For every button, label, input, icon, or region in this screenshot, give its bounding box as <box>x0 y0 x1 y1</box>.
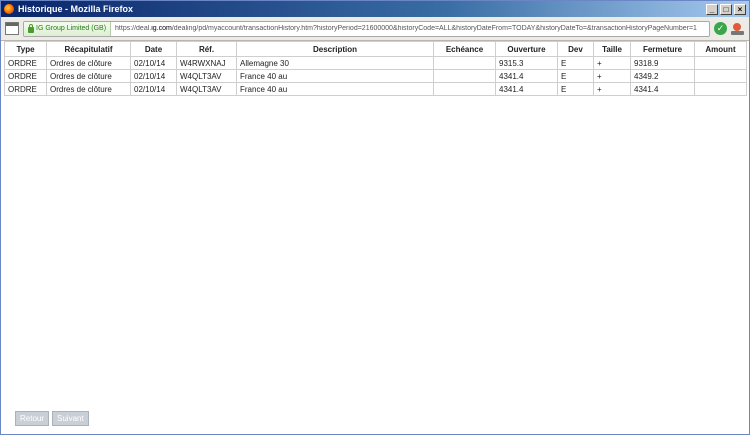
cell-recap: Ordres de clôture <box>46 82 131 96</box>
cell-description: Allemagne 30 <box>236 56 434 70</box>
table-row[interactable]: ORDRE Ordres de clôture 02/10/14 W4QLT3A… <box>4 82 747 96</box>
column-header-ouverture[interactable]: Ouverture <box>495 41 558 57</box>
cell-ouverture: 4341.4 <box>495 82 558 96</box>
cell-taille: + <box>593 56 631 70</box>
title-bar[interactable]: Historique - Mozilla Firefox _ □ × <box>1 1 749 17</box>
cell-fermeture: 4349.2 <box>630 69 695 83</box>
cell-description: France 40 au c <box>236 82 434 96</box>
cell-ouverture: 4341.4 <box>495 69 558 83</box>
cell-amount <box>694 69 747 83</box>
cell-date: 02/10/14 <box>130 56 177 70</box>
navigation-bar: IG Group Limited (GB) https://deal.ig.co… <box>1 17 749 41</box>
browser-window: Historique - Mozilla Firefox _ □ × IG Gr… <box>0 0 750 435</box>
cell-fermeture: 4341.4 <box>630 82 695 96</box>
cell-recap: Ordres de clôture <box>46 56 131 70</box>
cell-taille: + <box>593 82 631 96</box>
cell-echeance <box>433 69 496 83</box>
cell-ref: W4QLT3AV <box>176 82 237 96</box>
url-domain: ig.com <box>151 25 172 32</box>
maximize-button[interactable]: □ <box>720 3 732 15</box>
cell-date: 02/10/14 <box>130 82 177 96</box>
column-header-taille[interactable]: Taille <box>593 41 631 57</box>
column-header-fermeture[interactable]: Fermeture <box>630 41 695 57</box>
transaction-history-table: Type Récapitulatif Date Réf. Description… <box>4 41 747 96</box>
firefox-icon <box>4 4 14 14</box>
description-mask <box>289 83 433 95</box>
cell-date: 02/10/14 <box>130 69 177 83</box>
calendar-icon[interactable] <box>5 22 19 35</box>
cell-recap: Ordres de clôture <box>46 69 131 83</box>
description-mask <box>289 57 433 69</box>
column-header-amount[interactable]: Amount <box>694 41 747 57</box>
table-row[interactable]: ORDRE Ordres de clôture 02/10/14 W4QLT3A… <box>4 69 747 83</box>
site-identity-badge[interactable]: IG Group Limited (GB) <box>24 21 112 36</box>
site-identity-label: IG Group Limited (GB) <box>36 25 107 32</box>
cell-dev: E <box>557 69 594 83</box>
window-title: Historique - Mozilla Firefox <box>18 4 134 14</box>
addon-icon[interactable] <box>731 22 745 36</box>
cell-ref: W4QLT3AV <box>176 69 237 83</box>
cell-amount <box>694 56 747 70</box>
cell-type: ORDRE <box>4 82 47 96</box>
cell-fermeture: 9318.9 <box>630 56 695 70</box>
column-header-ref[interactable]: Réf. <box>176 41 237 57</box>
minimize-button[interactable]: _ <box>706 3 718 15</box>
column-header-description[interactable]: Description <box>236 41 434 57</box>
cell-amount <box>694 82 747 96</box>
description-mask <box>289 70 433 82</box>
table-row[interactable]: ORDRE Ordres de clôture 02/10/14 W4RWXNA… <box>4 56 747 70</box>
window-controls: _ □ × <box>706 3 746 15</box>
url-prefix: https://deal. <box>115 25 152 32</box>
cell-type: ORDRE <box>4 56 47 70</box>
description-text: Allemagne 30 <box>240 58 289 68</box>
url-text[interactable]: https://deal.ig.com/dealing/pd/myaccount… <box>111 25 697 32</box>
column-header-type[interactable]: Type <box>4 41 47 57</box>
cell-echeance <box>433 56 496 70</box>
cell-dev: E <box>557 82 594 96</box>
cell-echeance <box>433 82 496 96</box>
column-header-dev[interactable]: Dev <box>557 41 594 57</box>
url-suffix: /dealing/pd/myaccount/transactionHistory… <box>171 25 697 32</box>
verified-check-icon[interactable]: ✓ <box>714 22 727 35</box>
pagination-buttons: Retour Suivant <box>15 411 89 426</box>
cell-type: ORDRE <box>4 69 47 83</box>
cell-taille: + <box>593 69 631 83</box>
cell-ref: W4RWXNAJ <box>176 56 237 70</box>
suivant-button[interactable]: Suivant <box>52 411 89 426</box>
retour-button[interactable]: Retour <box>15 411 50 426</box>
column-header-echeance[interactable]: Echéance <box>433 41 496 57</box>
url-field[interactable]: IG Group Limited (GB) https://deal.ig.co… <box>23 20 710 37</box>
description-text: France 40 au c <box>240 71 294 81</box>
page-content: Type Récapitulatif Date Réf. Description… <box>2 41 748 433</box>
lock-icon <box>28 23 34 33</box>
cell-dev: E <box>557 56 594 70</box>
column-header-date[interactable]: Date <box>130 41 177 57</box>
cell-ouverture: 9315.3 <box>495 56 558 70</box>
description-text: France 40 au c <box>240 84 294 94</box>
cell-description: France 40 au c <box>236 69 434 83</box>
close-button[interactable]: × <box>734 3 746 15</box>
table-header-row: Type Récapitulatif Date Réf. Description… <box>4 41 747 57</box>
column-header-recap[interactable]: Récapitulatif <box>46 41 131 57</box>
